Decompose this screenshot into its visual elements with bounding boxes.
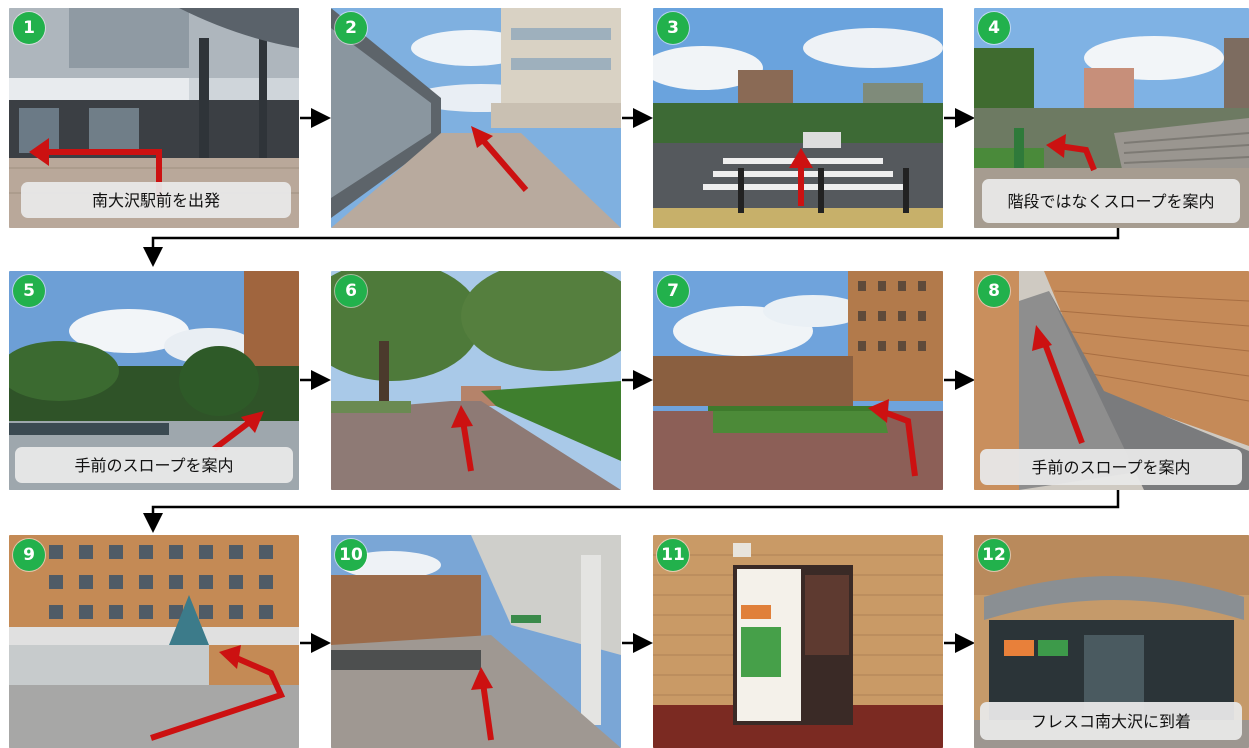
step-photo-9: 9 — [9, 535, 299, 748]
connector-wrap-arrow — [143, 490, 1120, 533]
tree-lined-path-image — [331, 271, 621, 490]
step-number-badge: 10 — [335, 539, 367, 571]
step-number-badge: 2 — [335, 12, 367, 44]
step-number-badge: 5 — [13, 275, 45, 307]
building-courtyard-image — [9, 535, 299, 748]
step-photo-8: 8 手前のスロープを案内 — [974, 271, 1249, 490]
step-caption: 手前のスロープを案内 — [980, 449, 1242, 485]
step-number-badge: 7 — [657, 275, 689, 307]
step-photo-6: 6 — [331, 271, 621, 490]
connector-wrap-arrow — [143, 228, 1120, 267]
step-number-badge: 6 — [335, 275, 367, 307]
step-photo-5: 5 手前のスロープを案内 — [9, 271, 299, 490]
step-photo-10: 10 — [331, 535, 621, 748]
step-caption: 階段ではなくスロープを案内 — [982, 179, 1240, 223]
step-photo-2: 2 — [331, 8, 621, 228]
building-sign-image — [653, 535, 943, 748]
step-photo-11: 11 — [653, 535, 943, 748]
step-number-badge: 8 — [978, 275, 1010, 307]
building-walkway-image — [331, 535, 621, 748]
step-photo-12: 12 フレスコ南大沢に到着 — [974, 535, 1249, 748]
step-photo-4: 4 階段ではなくスロープを案内 — [974, 8, 1249, 228]
step-caption: 手前のスロープを案内 — [15, 447, 293, 483]
step-photo-7: 7 — [653, 271, 943, 490]
step-number-badge: 3 — [657, 12, 689, 44]
step-photo-1: 1 南大沢駅前を出発 — [9, 8, 299, 228]
covered-walkway-image — [331, 8, 621, 228]
step-number-badge: 4 — [978, 12, 1010, 44]
crosswalk-image — [653, 8, 943, 228]
step-caption: 南大沢駅前を出発 — [21, 182, 291, 218]
step-photo-3: 3 — [653, 8, 943, 228]
campus-plaza-image — [653, 271, 943, 490]
step-number-badge: 1 — [13, 12, 45, 44]
step-caption: フレスコ南大沢に到着 — [980, 702, 1242, 740]
route-guide: 1 南大沢駅前を出発 2 3 4 階段ではなくスロープを案内 5 手前のスロープ… — [0, 0, 1249, 748]
step-number-badge: 12 — [978, 539, 1010, 571]
step-number-badge: 9 — [13, 539, 45, 571]
step-number-badge: 11 — [657, 539, 689, 571]
